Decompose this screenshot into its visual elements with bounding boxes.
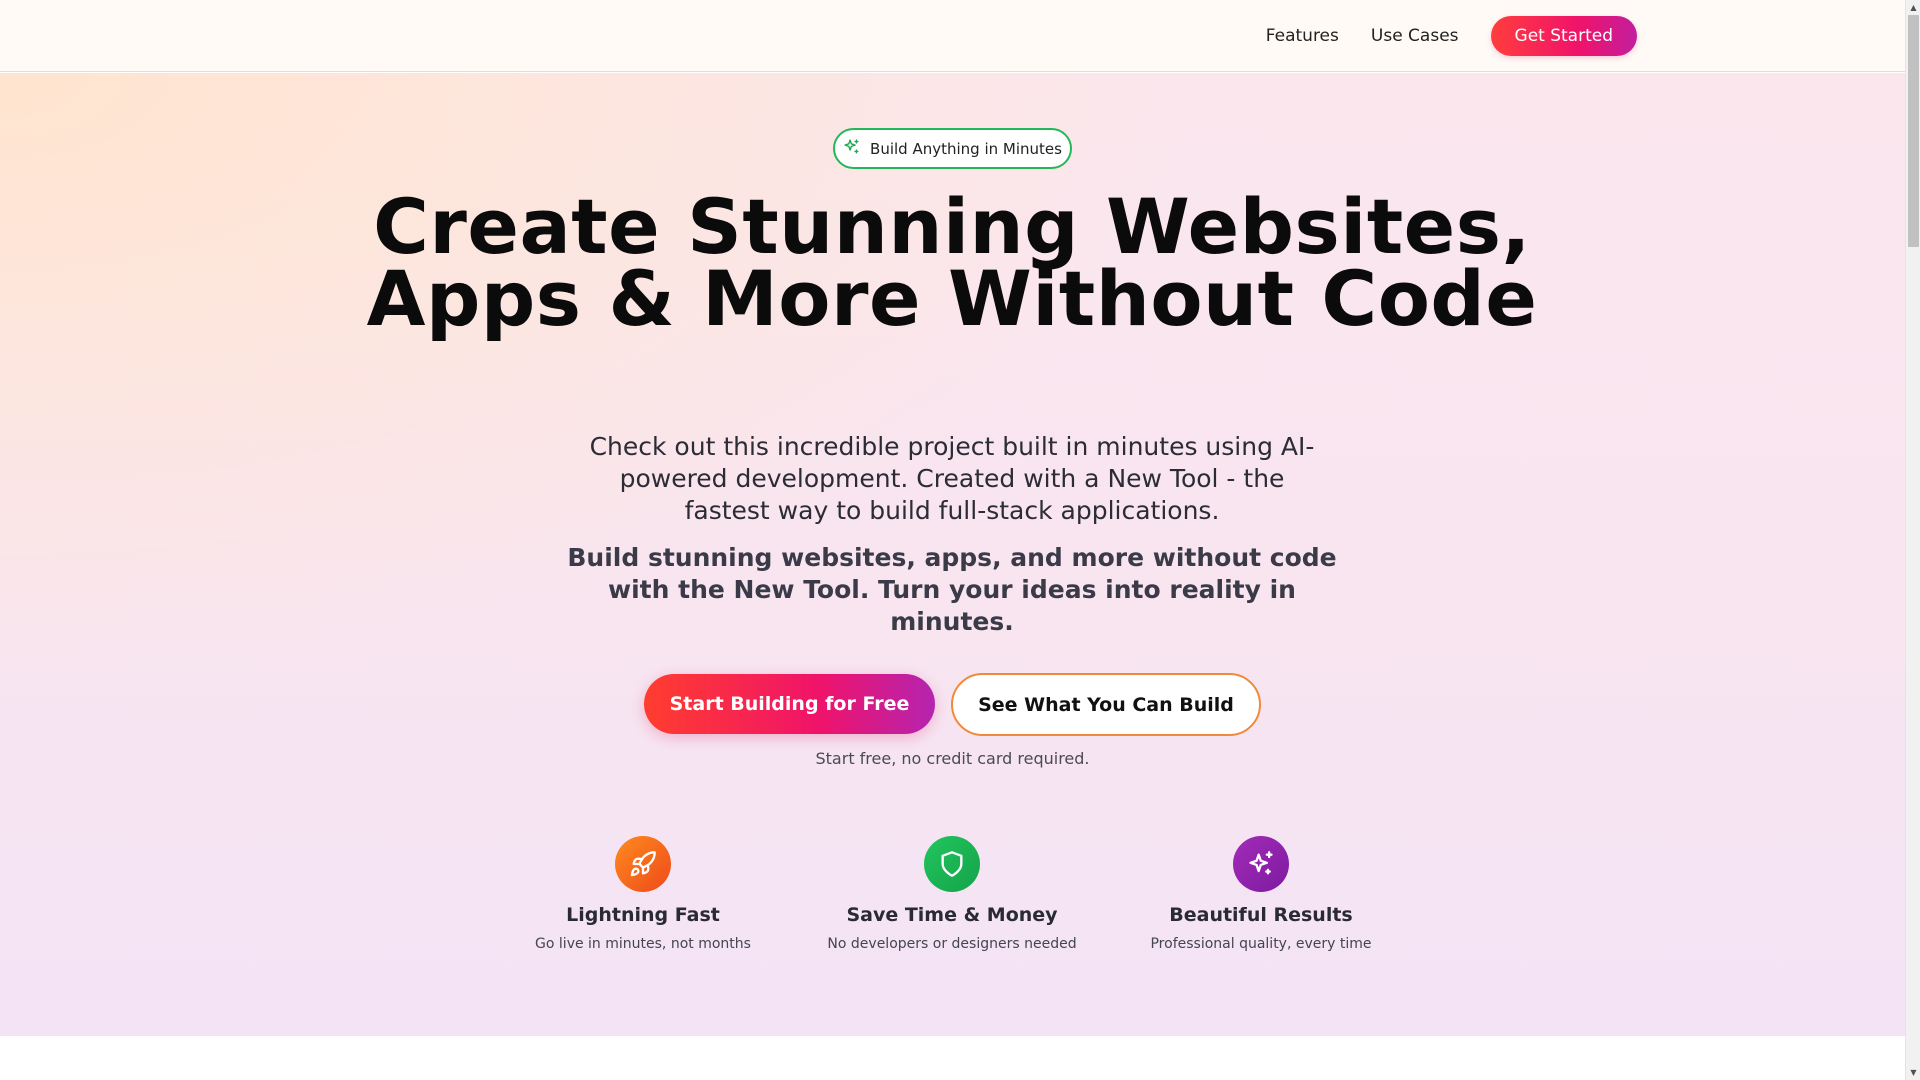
scroll-down-arrow-icon[interactable]: ▼: [1906, 1065, 1920, 1080]
feature-beautiful-results: Beautiful Results Professional quality, …: [1121, 836, 1401, 952]
feature-save-time: Save Time & Money No developers or desig…: [812, 836, 1092, 952]
feature-desc: Professional quality, every time: [1150, 936, 1372, 952]
sparkles-icon: [1233, 836, 1289, 892]
hero-headline: Create Stunning Websites, Apps & More Wi…: [366, 182, 1538, 343]
hero-cta-row: Start Building for Free See What You Can…: [0, 673, 1905, 737]
hero-subtitle-bold: Build stunning websites, apps, and more …: [567, 543, 1337, 636]
feature-title: Save Time & Money: [846, 904, 1058, 926]
hero-badge: Build Anything in Minutes: [833, 128, 1072, 169]
top-navbar: Features Use Cases Get Started: [0, 0, 1905, 72]
see-what-you-can-build-button[interactable]: See What You Can Build: [951, 673, 1261, 736]
vertical-scrollbar[interactable]: ▲ ▼: [1905, 0, 1920, 1080]
feature-lightning-fast: Lightning Fast Go live in minutes, not m…: [503, 836, 783, 952]
features-row: Lightning Fast Go live in minutes, not m…: [0, 836, 1905, 966]
nav-link-features[interactable]: Features: [1266, 26, 1339, 46]
feature-title: Lightning Fast: [566, 904, 720, 926]
sparkles-icon: [843, 138, 860, 159]
hero-subtitle: Check out this incredible project built …: [589, 432, 1315, 525]
nav-link-use-cases[interactable]: Use Cases: [1371, 26, 1459, 46]
hero-badge-label: Build Anything in Minutes: [870, 139, 1062, 158]
get-started-button[interactable]: Get Started: [1490, 16, 1637, 56]
page-viewport: Features Use Cases Get Started Build Any…: [0, 0, 1905, 1080]
feature-title: Beautiful Results: [1169, 904, 1353, 926]
scrollbar-thumb[interactable]: [1908, 15, 1919, 247]
feature-desc: Go live in minutes, not months: [535, 936, 751, 952]
hero-section: Build Anything in Minutes Create Stunnin…: [0, 73, 1905, 1036]
start-building-button[interactable]: Start Building for Free: [644, 674, 935, 734]
hero-note: Start free, no credit card required.: [815, 749, 1090, 768]
feature-desc: No developers or designers needed: [827, 936, 1077, 952]
scroll-up-arrow-icon[interactable]: ▲: [1906, 0, 1920, 15]
shield-icon: [924, 836, 980, 892]
rocket-icon: [615, 836, 671, 892]
main-nav: Features Use Cases Get Started: [1266, 16, 1637, 56]
